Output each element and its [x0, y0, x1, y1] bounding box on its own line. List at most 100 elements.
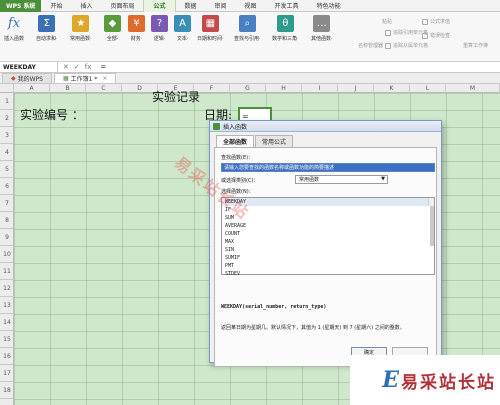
tab-insert[interactable]: 插入 [71, 0, 101, 12]
autosum-button[interactable]: Σ 自动求和· [36, 15, 58, 42]
row-8[interactable]: 8 [0, 212, 14, 229]
row-17[interactable]: 17 [0, 365, 14, 382]
trace-dependents-button[interactable]: 追踪从属单元格 [385, 42, 428, 49]
lookup-reference-button[interactable]: ⌕ 查找与引用· [234, 15, 261, 42]
experiment-id-label[interactable]: 实验编号 ： [20, 106, 84, 123]
row-9[interactable]: 9 [0, 229, 14, 246]
column-m[interactable]: M [446, 84, 500, 93]
row-4[interactable]: 4 [0, 144, 14, 161]
name-box[interactable]: WEEKDAY [0, 62, 58, 72]
error-check-button[interactable]: 错误检查· [422, 32, 452, 39]
all-functions-icon: ◆ [104, 15, 121, 32]
tab-common-formulas[interactable]: 常用公式 [255, 135, 294, 147]
row-12[interactable]: 12 [0, 280, 14, 297]
list-item[interactable]: STDEV [222, 270, 434, 278]
name-manager-button[interactable]: 名称管理器 [358, 42, 383, 49]
row-15[interactable]: 15 [0, 331, 14, 348]
row-16[interactable]: 16 [0, 348, 14, 365]
tab-special[interactable]: 特色功能 [308, 0, 350, 12]
row-3[interactable]: 3 [0, 127, 14, 144]
confirm-icon[interactable]: ✓ [74, 63, 80, 71]
common-functions-button[interactable]: ★ 常用函数· [70, 15, 92, 42]
column-a[interactable]: A [14, 84, 50, 93]
formula-bar: WEEKDAY ✕ ✓ fx = [0, 62, 500, 73]
math-trig-button[interactable]: θ 数学和三角· [272, 15, 299, 42]
row-18[interactable]: 18 [0, 382, 14, 399]
error-check-icon [422, 32, 428, 39]
cancel-icon[interactable]: ✕ [63, 63, 69, 71]
row-10[interactable]: 10 [0, 246, 14, 263]
row-6[interactable]: 6 [0, 178, 14, 195]
other-functions-button[interactable]: … 其他函数· [311, 15, 333, 42]
tab-start[interactable]: 开始 [41, 0, 71, 12]
trace-icon [385, 29, 391, 36]
row-2[interactable]: 2 [0, 110, 14, 127]
doc-tab-workbook[interactable]: ▦ 工作簿1 * × [54, 73, 117, 83]
function-search-input[interactable]: 请输入您要查找的函数名称或函数功能的简要描述 [221, 163, 435, 172]
list-item[interactable]: SIN [222, 246, 434, 254]
tab-developer[interactable]: 开发工具 [266, 0, 308, 12]
row-header: 1 2 3 4 5 6 7 8 9 10 11 12 13 14 15 16 1… [0, 93, 14, 405]
paste-button[interactable]: 粘贴 [382, 18, 392, 25]
column-j[interactable]: J [338, 84, 374, 93]
wps-menu-button[interactable]: WPS 系统 [0, 0, 42, 12]
select-all-corner[interactable] [0, 84, 14, 93]
more-icon: … [313, 15, 331, 32]
column-b[interactable]: B [50, 84, 86, 93]
finance-button[interactable]: ¥ 财务· [128, 15, 145, 42]
column-k[interactable]: K [374, 84, 410, 93]
logo-letter: E [382, 367, 399, 393]
sheet-title[interactable]: 实验记录 [152, 88, 200, 105]
function-list[interactable]: WEEKDAY IF SUM AVERAGE COUNT MAX SIN SUM… [221, 197, 435, 278]
tab-all-functions[interactable]: 全部函数 [216, 135, 255, 147]
list-item[interactable]: IF [222, 206, 434, 214]
category-select[interactable]: 常用函数 ▼ [295, 175, 388, 184]
column-l[interactable]: L [410, 84, 446, 93]
list-item[interactable]: COUNT [222, 230, 434, 238]
row-5[interactable]: 5 [0, 161, 14, 178]
evaluate-formula-button[interactable]: 公式求值 [422, 18, 450, 25]
list-item[interactable]: MAX [222, 238, 434, 246]
recalc-button[interactable]: 重算工作簿 [463, 42, 488, 49]
tab-data[interactable]: 数据 [176, 0, 206, 12]
lookup-icon: ⌕ [238, 15, 256, 32]
list-scrollbar[interactable] [428, 198, 434, 246]
sum-icon: Σ [38, 15, 56, 32]
list-item[interactable]: SUM [222, 214, 434, 222]
close-tab-icon[interactable]: × [102, 75, 107, 82]
list-item[interactable]: AVERAGE [222, 222, 434, 230]
text-function-button[interactable]: A 文本· [174, 15, 191, 42]
column-c[interactable]: C [86, 84, 122, 93]
date-time-button[interactable]: ▦ 日期和时间· [197, 15, 224, 42]
fx-icon[interactable]: fx [85, 63, 92, 71]
row-13[interactable]: 13 [0, 297, 14, 314]
column-h[interactable]: H [266, 84, 302, 93]
tab-formulas[interactable]: 公式 [143, 0, 176, 12]
logic-button[interactable]: ? 逻辑· [151, 15, 168, 42]
tab-review[interactable]: 审阅 [206, 0, 236, 12]
spreadsheet-icon: ▦ [63, 75, 69, 82]
tab-page-layout[interactable]: 页面布局 [101, 0, 143, 12]
row-14[interactable]: 14 [0, 314, 14, 331]
insert-function-button[interactable]: fx 插入函数 [4, 15, 24, 42]
list-item[interactable]: SUMIF [222, 254, 434, 262]
all-functions-button[interactable]: ◆ 全部· [104, 15, 121, 42]
row-7[interactable]: 7 [0, 195, 14, 212]
column-g[interactable]: G [230, 84, 266, 93]
doc-tab-mywps[interactable]: ◆ 我的WPS [2, 73, 52, 83]
row-11[interactable]: 11 [0, 263, 14, 280]
dialog-title: 插入函数 [223, 123, 248, 131]
logic-icon: ? [151, 15, 168, 32]
row-1[interactable]: 1 [0, 93, 14, 110]
list-item[interactable]: PMT [222, 262, 434, 270]
column-i[interactable]: I [302, 84, 338, 93]
ribbon: fx 插入函数 Σ 自动求和· ★ 常用函数· ◆ 全部· ¥ 财务· ? 逻辑… [0, 12, 500, 62]
scrollbar-thumb[interactable] [430, 206, 434, 246]
list-item[interactable]: WEEKDAY [222, 198, 434, 206]
dialog-title-bar[interactable]: 插入函数 [210, 121, 441, 132]
document-tab-bar: ◆ 我的WPS ▦ 工作簿1 * × [0, 73, 500, 84]
tab-view[interactable]: 视图 [236, 0, 266, 12]
dropdown-arrow-icon: ▼ [381, 176, 385, 182]
evaluate-icon [422, 18, 428, 25]
formula-input[interactable]: = [96, 62, 500, 72]
